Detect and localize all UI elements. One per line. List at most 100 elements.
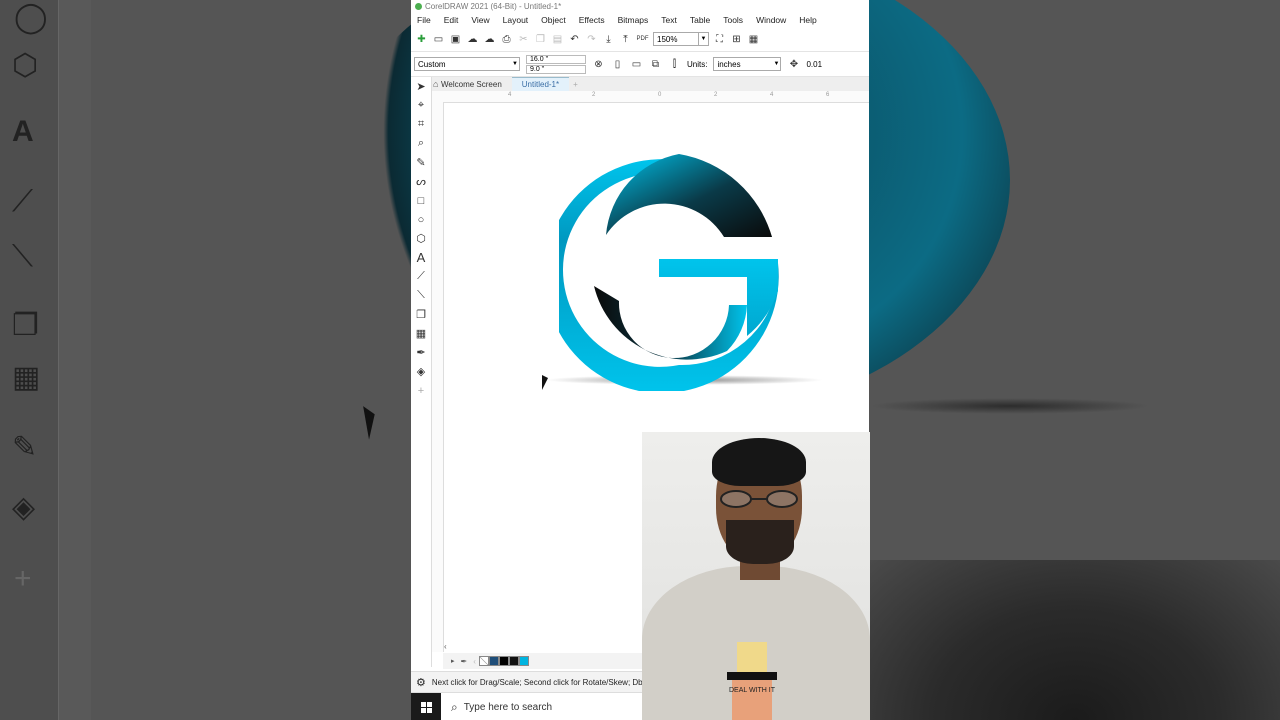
menu-window[interactable]: Window: [756, 15, 786, 25]
ruler-tick: 6: [826, 92, 830, 98]
menu-bar: File Edit View Layout Object Effects Bit…: [411, 13, 869, 27]
swatch-none[interactable]: [478, 656, 489, 666]
palette-arrow-icon[interactable]: ▸: [451, 657, 455, 665]
units-label: Units:: [687, 59, 708, 69]
scroll-left-icon[interactable]: ‹: [444, 642, 447, 651]
text-tool-icon[interactable]: A: [411, 248, 431, 267]
polygon-tool-icon[interactable]: ⬡: [411, 229, 431, 248]
menu-table[interactable]: Table: [690, 15, 710, 25]
snap-to-icon[interactable]: ⊞: [730, 33, 743, 46]
eyedropper-icon[interactable]: ✒: [461, 657, 468, 666]
drop-shadow-icon[interactable]: ❐: [411, 305, 431, 324]
interactive-fill-icon[interactable]: ◈: [411, 362, 431, 381]
standard-toolbar: ✚ ▭ ▣ ☁ ☁ ⎙ ✂ ❐ ▤ ↶ ↷ ⤓ ⤒ PDF 150% ▼ ⛶ ⊞…: [411, 27, 869, 52]
taskbar-search[interactable]: ⌕ Type here to search: [441, 693, 631, 720]
print-icon[interactable]: ⎙: [500, 33, 513, 46]
open-icon[interactable]: ▭: [432, 33, 445, 46]
page-size-select[interactable]: Custom ▼: [414, 57, 520, 71]
rectangle-tool-icon[interactable]: □: [411, 191, 431, 210]
chevron-down-icon: ▼: [512, 61, 518, 67]
undo-icon[interactable]: ↶: [568, 33, 581, 46]
freehand-tool-icon[interactable]: ✎: [411, 153, 431, 172]
menu-file[interactable]: File: [417, 15, 431, 25]
zoom-tool-icon[interactable]: ⌕: [411, 134, 431, 153]
tab-untitled-1[interactable]: Untitled-1*: [511, 76, 570, 92]
export-icon[interactable]: ⤒: [619, 33, 632, 46]
mouse-cursor-icon: [542, 375, 548, 390]
gear-icon[interactable]: ⚙: [416, 676, 426, 689]
menu-layout[interactable]: Layout: [503, 15, 529, 25]
zoom-level-value: 150%: [657, 34, 678, 44]
nudge-distance-field[interactable]: 0.01: [806, 60, 822, 69]
menu-edit[interactable]: Edit: [444, 15, 459, 25]
ellipse-tool-icon[interactable]: ○: [411, 210, 431, 229]
shape-tool-icon[interactable]: ⌖: [411, 96, 431, 115]
artistic-media-icon[interactable]: ᔕ: [411, 172, 431, 191]
add-tab-icon[interactable]: +: [569, 77, 582, 91]
redo-icon[interactable]: ↷: [585, 33, 598, 46]
webcam-overlay: DEAL WITH IT: [642, 432, 870, 720]
menu-text[interactable]: Text: [661, 15, 677, 25]
g-inner-fold: [594, 286, 747, 360]
menu-tools[interactable]: Tools: [723, 15, 743, 25]
page-layout-icon[interactable]: ⧉: [649, 58, 662, 71]
swatch-color[interactable]: [518, 656, 529, 666]
page-width-field[interactable]: 16.0 ": [526, 54, 586, 64]
tab-welcome-screen[interactable]: Welcome Screen: [431, 77, 512, 91]
windows-logo-icon: [420, 701, 432, 713]
paste-icon[interactable]: ▤: [551, 33, 564, 46]
transparency-icon[interactable]: ▦: [411, 324, 431, 343]
menu-view[interactable]: View: [471, 15, 489, 25]
connector-tool-icon[interactable]: ⟍: [411, 286, 431, 305]
window-title: CorelDRAW 2021 (64-Bit) - Untitled-1*: [425, 2, 562, 11]
home-icon[interactable]: ⌂: [433, 79, 443, 89]
background-plus-icon: +: [14, 562, 32, 595]
copy-icon[interactable]: ❐: [534, 33, 547, 46]
pdf-icon[interactable]: PDF: [636, 33, 649, 46]
toolbox: ➤ ⌖ ⌗ ⌕ ✎ ᔕ □ ○ ⬡ A ⟋ ⟍ ❐ ▦ ✒ ◈ +: [411, 77, 432, 667]
menu-bitmaps[interactable]: Bitmaps: [618, 15, 649, 25]
crop-tool-icon[interactable]: ⌗: [411, 115, 431, 134]
menu-object[interactable]: Object: [541, 15, 566, 25]
swatch-color[interactable]: [508, 656, 519, 666]
g-logo[interactable]: [559, 151, 799, 391]
all-pages-icon[interactable]: ⊗: [592, 58, 605, 71]
cloud-upload-icon[interactable]: ☁: [466, 33, 479, 46]
eyedropper-icon[interactable]: ✒: [411, 343, 431, 362]
full-screen-icon[interactable]: ⛶: [713, 33, 726, 46]
page-height-field[interactable]: 9.0 ": [526, 64, 586, 74]
dimension-tool-icon[interactable]: ⟋: [411, 267, 431, 286]
pick-tool-icon[interactable]: ➤: [411, 77, 431, 96]
zoom-level-select[interactable]: 150% ▼: [653, 32, 709, 46]
webcam-hair: [712, 438, 806, 486]
ruler-tick: 2: [592, 92, 596, 98]
swatch-color[interactable]: [488, 656, 499, 666]
palette-nav-icon[interactable]: ‹: [473, 657, 476, 666]
chevron-down-icon: ▼: [698, 33, 708, 45]
grid-icon[interactable]: ▦: [747, 33, 760, 46]
shirt-print: DEAL WITH IT: [727, 642, 777, 720]
bleed-icon[interactable]: ⫿: [668, 58, 681, 71]
ruler-tick: 0: [658, 92, 662, 98]
cut-icon[interactable]: ✂: [517, 33, 530, 46]
page-dimensions: 16.0 " 9.0 ": [526, 54, 586, 74]
import-icon[interactable]: ⤓: [602, 33, 615, 46]
background-line-icon: ⟋: [12, 185, 33, 218]
portrait-icon[interactable]: ▯: [611, 58, 624, 71]
menu-effects[interactable]: Effects: [579, 15, 605, 25]
cloud-download-icon[interactable]: ☁: [483, 33, 496, 46]
menu-help[interactable]: Help: [799, 15, 816, 25]
add-tool-icon[interactable]: +: [411, 381, 431, 400]
save-icon[interactable]: ▣: [449, 33, 462, 46]
search-icon: ⌕: [451, 699, 458, 714]
units-value: inches: [717, 59, 741, 69]
start-button[interactable]: [411, 693, 441, 720]
background-shadow-icon: ❐: [12, 309, 39, 342]
new-document-icon[interactable]: ✚: [415, 33, 428, 46]
title-bar: CorelDRAW 2021 (64-Bit) - Untitled-1*: [411, 0, 869, 13]
chevron-down-icon: ▼: [773, 61, 780, 67]
units-select[interactable]: inches ▼: [713, 57, 782, 71]
landscape-icon[interactable]: ▭: [630, 58, 643, 71]
swatch-color[interactable]: [498, 656, 509, 666]
background-ruler: [58, 0, 91, 720]
